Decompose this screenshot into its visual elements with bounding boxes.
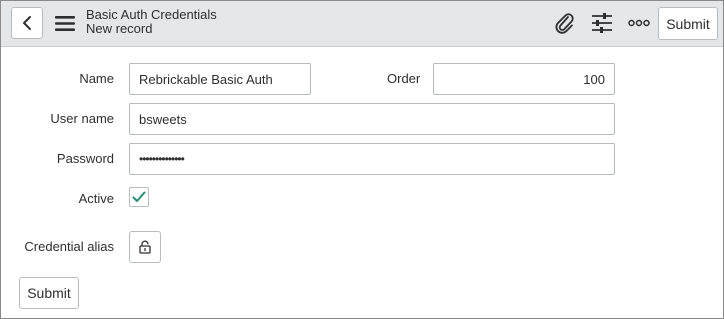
username-label: User name — [50, 111, 114, 126]
password-field[interactable]: •••••••••••••• — [129, 143, 615, 175]
back-button[interactable] — [11, 7, 43, 39]
name-field[interactable] — [129, 63, 311, 95]
menu-icon[interactable] — [55, 15, 75, 32]
name-label: Name — [79, 71, 114, 86]
page-subtitle: New record — [86, 21, 153, 36]
checkmark-icon — [132, 191, 146, 202]
order-field[interactable] — [433, 63, 615, 95]
submit-button-top[interactable]: Submit — [658, 7, 718, 40]
submit-button-bottom[interactable]: Submit — [19, 277, 79, 309]
lock-icon — [139, 240, 151, 254]
active-checkbox[interactable] — [129, 187, 149, 207]
paperclip-icon[interactable] — [554, 12, 576, 34]
username-field[interactable] — [129, 103, 615, 135]
sliders-icon[interactable] — [591, 12, 613, 34]
password-label: Password — [56, 151, 114, 166]
credential-alias-label: Credential alias — [24, 239, 114, 254]
form-header: Basic Auth Credentials New record Submit — [1, 1, 723, 47]
active-label: Active — [78, 191, 114, 206]
form-window: Basic Auth Credentials New record Submit… — [0, 0, 724, 319]
order-label: Order — [387, 71, 421, 86]
page-title: Basic Auth Credentials — [86, 7, 217, 22]
credential-alias-lookup-button[interactable] — [129, 231, 161, 263]
back-icon — [23, 16, 31, 30]
more-icon[interactable] — [628, 12, 650, 34]
page-title-block: Basic Auth Credentials New record — [86, 8, 217, 36]
